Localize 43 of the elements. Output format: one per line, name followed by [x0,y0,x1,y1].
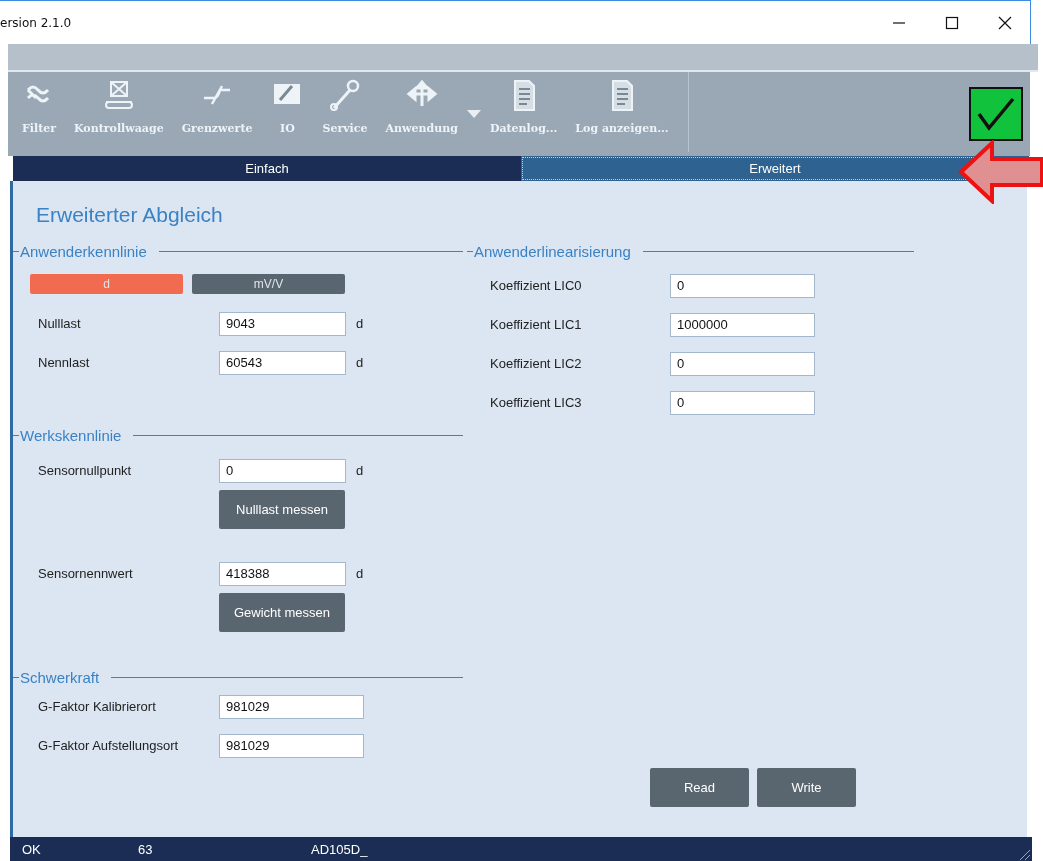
resize-grip-icon[interactable] [1018,848,1030,860]
input-field[interactable]: 0 [219,458,346,483]
field-label: Koeffizient LIC0 [489,278,583,293]
field-label: Sensornullpunkt [37,463,133,478]
section-title: Anwenderlinearisierung [474,242,632,260]
maximize-icon[interactable] [945,15,959,30]
input-field[interactable]: 418388 [219,561,346,586]
section-title: Schwerkraft [20,668,101,686]
input-field[interactable]: 1000000 [670,312,815,337]
field-label: G-Faktor Kalibrierort [37,699,157,714]
wrench-icon [327,78,362,112]
unit-label: d [356,316,364,331]
input-field[interactable]: 0 [670,390,815,415]
input-field[interactable]: 0 [670,351,815,376]
measure-button[interactable]: Nulllast messen [219,490,345,529]
close-icon[interactable] [998,15,1012,30]
section-title: Werkskennlinie [20,426,123,444]
field-label: Koeffizient LIC1 [489,317,583,332]
input-field[interactable]: 0 [670,273,815,298]
status-text: 63 [138,842,154,857]
action-button[interactable]: Write [757,768,856,807]
unit-label: d [356,463,364,478]
input-field[interactable]: 9043 [219,311,346,336]
status-text: OK [22,842,42,857]
unit-toggle[interactable]: mV/V [192,274,345,294]
field-label: G-Faktor Aufstellungsort [37,738,180,753]
action-button[interactable]: Read [650,768,749,807]
measure-button[interactable]: Gewicht messen [219,593,345,632]
field-label: Koeffizient LIC3 [489,395,583,410]
field-label: Sensornennwert [37,566,134,581]
unit-label: d [356,566,364,581]
field-label: Koeffizient LIC2 [489,356,583,371]
input-field[interactable]: 60543 [219,350,346,375]
input-field[interactable]: 981029 [219,694,364,719]
unit-label: d [356,355,364,370]
page-heading: Erweiterter Abgleich [35,202,224,227]
input-field[interactable]: 981029 [219,733,364,758]
status-text: AD105D_ [311,842,368,857]
section-title: Anwenderkennlinie [20,242,148,260]
field-label: Nennlast [37,355,91,370]
check-icon [976,96,1016,132]
window-title: ersion 2.1.0 [0,15,72,30]
field-label: Nulllast [37,316,82,331]
